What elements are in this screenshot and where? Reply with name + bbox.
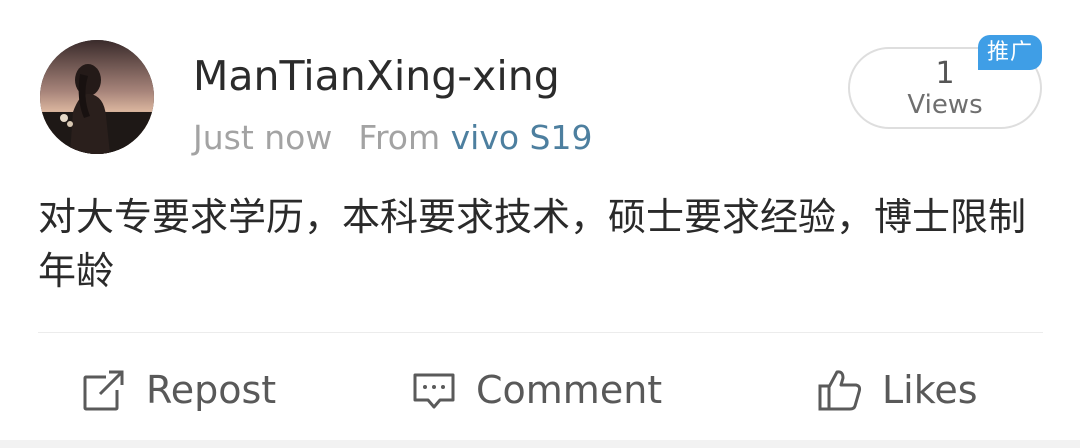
device-link[interactable]: vivo S19 (451, 118, 593, 157)
post-text: 对大专要求学历，本科要求技术，硕士要求经验，博士限制年龄 (38, 195, 1027, 293)
comment-button[interactable]: Comment (410, 362, 662, 418)
promo-badge: 推广 (978, 35, 1042, 70)
views-label: Views (907, 90, 983, 120)
comment-label: Comment (476, 368, 663, 412)
repost-icon (80, 366, 128, 414)
repost-label: Repost (146, 368, 277, 412)
post-time: Just now (193, 118, 333, 157)
bottom-separator (0, 440, 1080, 448)
like-label: Likes (882, 368, 978, 412)
like-button[interactable]: Likes (816, 362, 978, 418)
avatar-photo (40, 40, 154, 154)
username[interactable]: ManTianXing-xing (193, 50, 560, 102)
divider (38, 332, 1043, 333)
comment-icon (410, 366, 458, 414)
post-card: ManTianXing-xing Just now From vivo S19 1… (0, 0, 1080, 440)
avatar[interactable] (40, 40, 154, 154)
from-label: From (358, 118, 441, 157)
repost-button[interactable]: Repost (80, 362, 276, 418)
post-meta: Just now From vivo S19 (193, 116, 593, 160)
thumbs-up-icon (816, 366, 864, 414)
